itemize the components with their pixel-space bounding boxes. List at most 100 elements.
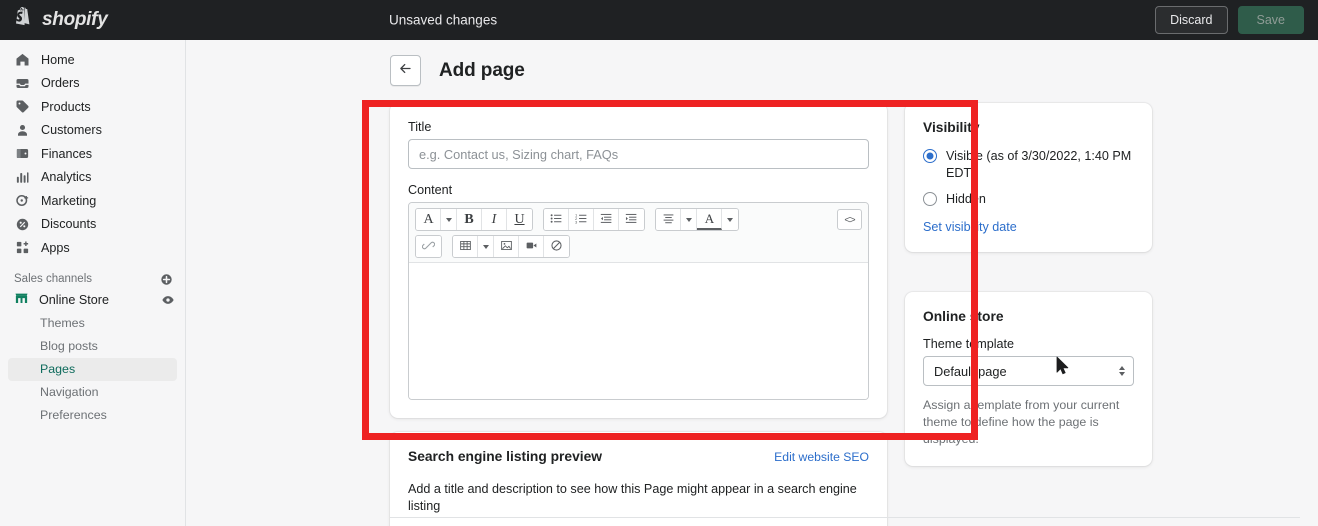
table-grid-icon	[459, 239, 472, 255]
align-caret-icon[interactable]	[681, 209, 697, 230]
topbar-actions: Discard Save	[1155, 6, 1304, 34]
insert-image-button[interactable]	[494, 236, 519, 257]
plus-circle-icon[interactable]	[160, 273, 173, 286]
sidebar-item-orders[interactable]: Orders	[8, 72, 177, 96]
sidebar-item-preferences[interactable]: Preferences	[8, 404, 177, 427]
sales-channels-label: Sales channels	[14, 273, 92, 285]
right-column: Visibility Visible (as of 3/30/2022, 1:4…	[905, 103, 1152, 526]
sidebar-item-online-store[interactable]: Online Store	[8, 288, 175, 312]
sidebar-item-customers[interactable]: Customers	[8, 119, 177, 143]
page-details-card: Title Content A B I	[390, 103, 887, 418]
sales-channels-header: Sales channels	[14, 273, 173, 286]
insert-table-button[interactable]	[453, 236, 478, 257]
edit-website-seo-link[interactable]: Edit website SEO	[774, 450, 869, 464]
sidebar-item-analytics[interactable]: Analytics	[8, 166, 177, 190]
visibility-option-visible[interactable]: Visible (as of 3/30/2022, 1:40 PM EDT)	[923, 148, 1134, 182]
arrow-left-icon	[398, 61, 413, 81]
sidebar-item-label: Products	[41, 99, 91, 114]
discounts-percent-icon	[14, 216, 30, 232]
underline-glyph: U	[514, 211, 525, 227]
sidebar-item-label: Home	[41, 52, 75, 67]
outdent-icon	[600, 212, 613, 228]
sidebar-item-products[interactable]: Products	[8, 95, 177, 119]
visibility-card: Visibility Visible (as of 3/30/2022, 1:4…	[905, 103, 1152, 252]
products-tag-icon	[14, 99, 30, 115]
sidebar-item-blog-posts[interactable]: Blog posts	[8, 335, 177, 358]
page-title: Add page	[439, 59, 525, 81]
content-editor-body[interactable]	[409, 263, 868, 399]
sidebar-item-label: Analytics	[41, 170, 92, 185]
visible-label: Visible (as of 3/30/2022, 1:40 PM EDT)	[946, 149, 1132, 180]
radio-visible[interactable]	[923, 149, 937, 163]
theme-template-help: Assign a template from your current them…	[923, 398, 1120, 446]
sidebar-item-navigation[interactable]: Navigation	[8, 381, 177, 404]
set-visibility-date-link[interactable]: Set visibility date	[923, 220, 1134, 234]
sidebar-item-home[interactable]: Home	[8, 48, 177, 72]
sidebar-item-pages[interactable]: Pages	[8, 357, 177, 381]
bottom-divider	[390, 517, 1300, 518]
discard-button[interactable]: Discard	[1155, 6, 1228, 34]
indent-button[interactable]	[619, 209, 644, 230]
clear-formatting-button[interactable]	[544, 236, 569, 257]
numbered-list-button[interactable]: 123	[569, 209, 594, 230]
visibility-option-hidden[interactable]: Hidden	[923, 191, 1134, 208]
sidebar-item-themes[interactable]: Themes	[8, 312, 177, 335]
sidebar: Home Orders Products Customers Finances	[0, 40, 186, 526]
sidebar-item-label: Marketing	[41, 193, 97, 208]
bold-glyph: B	[464, 211, 474, 227]
insert-link-group	[415, 235, 442, 258]
back-button[interactable]	[390, 55, 421, 86]
font-style-glyph: A	[423, 211, 434, 227]
svg-text:3: 3	[575, 219, 578, 224]
online-store-card: Online store Theme template Default page…	[905, 292, 1152, 466]
save-button[interactable]: Save	[1237, 6, 1304, 34]
insert-link-button[interactable]	[416, 236, 441, 257]
page-header: Add page	[390, 55, 1318, 86]
font-style-caret-icon[interactable]	[441, 209, 457, 230]
video-camera-icon	[525, 239, 538, 255]
shopify-admin-window: shopify Unsaved changes Discard Save Hom…	[0, 0, 1318, 526]
sidebar-item-finances[interactable]: Finances	[8, 142, 177, 166]
sidebar-item-label: Discounts	[41, 217, 97, 232]
shopify-wordmark: shopify	[42, 9, 108, 30]
image-icon	[500, 239, 513, 255]
eye-icon[interactable]	[161, 293, 175, 307]
rich-text-editor: A B I U 1 2 3 A <>	[408, 202, 869, 400]
bold-button[interactable]: B	[457, 209, 482, 230]
sidebar-item-label: Customers	[41, 123, 102, 138]
sidebar-item-apps[interactable]: Apps	[8, 236, 177, 260]
insert-video-button[interactable]	[519, 236, 544, 257]
top-bar: shopify Unsaved changes Discard Save	[0, 0, 1318, 40]
storefront-icon	[14, 291, 29, 309]
text-color-caret-icon[interactable]	[722, 209, 738, 230]
clear-formatting-icon	[550, 239, 563, 255]
theme-template-select[interactable]: Default page	[923, 356, 1134, 386]
title-input[interactable]	[408, 139, 869, 169]
toolbar-row-2	[415, 235, 862, 258]
radio-hidden[interactable]	[923, 192, 937, 206]
link-chain-icon	[421, 239, 436, 255]
main-content: Add page Title Content A	[186, 40, 1318, 526]
outdent-button[interactable]	[594, 209, 619, 230]
italic-button[interactable]: I	[482, 209, 507, 230]
align-button[interactable]	[656, 209, 681, 230]
sidebar-item-label: Apps	[41, 240, 70, 255]
finances-wallet-icon	[14, 146, 30, 162]
theme-template-select-wrap: Default page	[923, 356, 1134, 386]
html-code-button[interactable]: <>	[837, 209, 862, 230]
underline-button[interactable]: U	[507, 209, 532, 230]
insert-table-caret-icon[interactable]	[478, 236, 494, 257]
sidebar-item-marketing[interactable]: Marketing	[8, 189, 177, 213]
shopify-brand[interactable]: shopify	[14, 6, 174, 35]
sidebar-item-discounts[interactable]: Discounts	[8, 213, 177, 237]
editor-toolbar: A B I U 1 2 3 A <>	[409, 203, 868, 263]
numbered-list-icon: 123	[575, 212, 588, 228]
toolbar-row-1: A B I U 1 2 3 A <>	[415, 208, 862, 231]
bulleted-list-button[interactable]	[544, 209, 569, 230]
seo-title: Search engine listing preview	[408, 449, 602, 464]
font-style-button[interactable]: A	[416, 209, 441, 230]
unsaved-changes-status: Unsaved changes	[389, 12, 498, 28]
seo-card: Search engine listing preview Edit websi…	[390, 432, 887, 526]
text-color-button[interactable]: A	[697, 209, 722, 230]
hidden-label: Hidden	[946, 192, 986, 206]
